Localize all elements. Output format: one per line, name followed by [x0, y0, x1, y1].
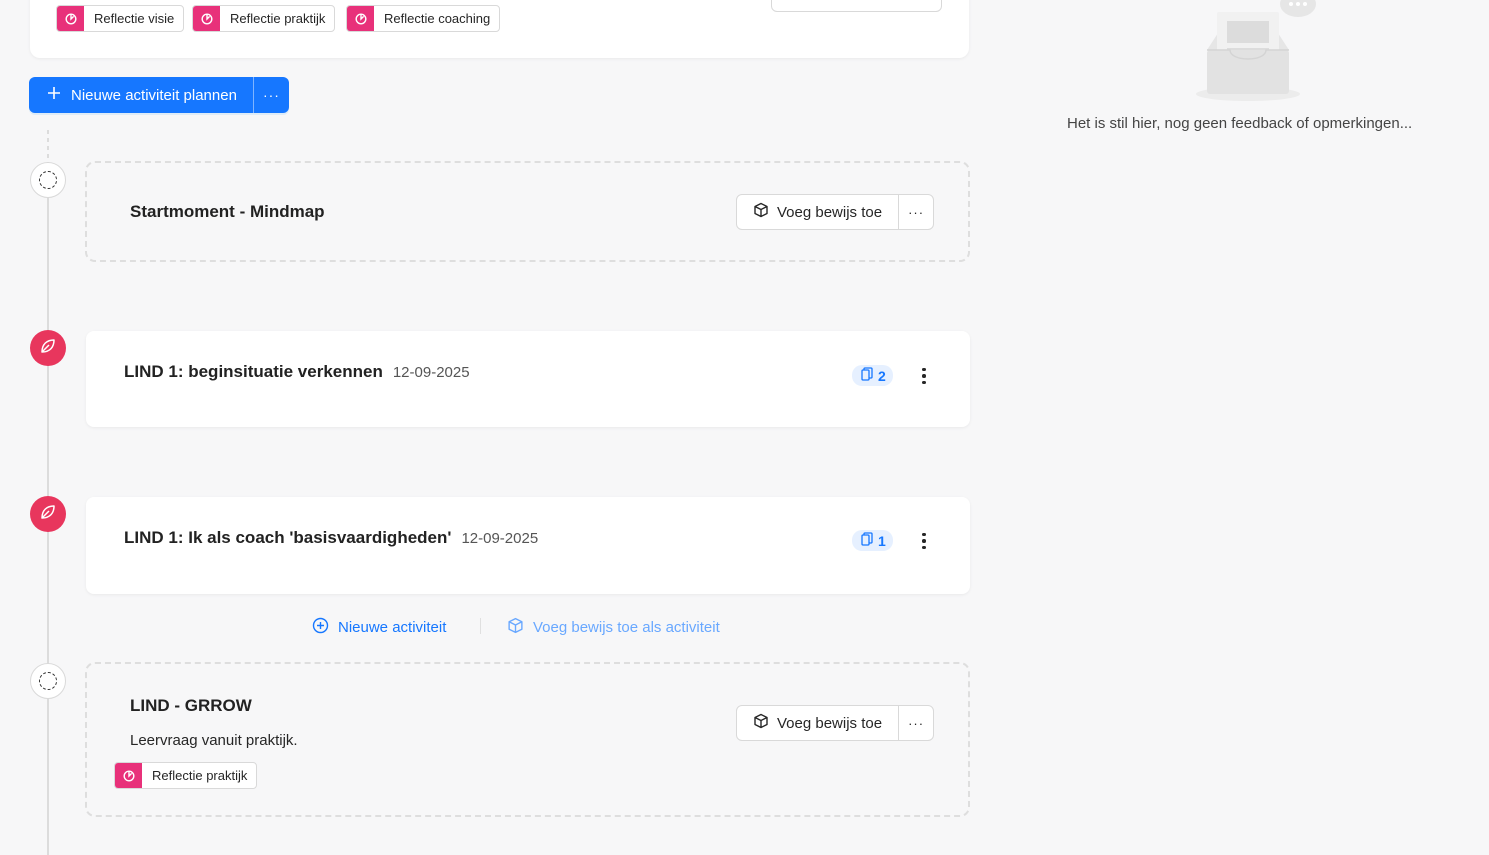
new-activity-plan-label: Nieuwe activiteit plannen [71, 86, 237, 104]
plus-icon [47, 86, 61, 104]
kebab-menu-icon[interactable] [914, 529, 934, 553]
cube-icon [507, 617, 524, 638]
cube-icon [753, 713, 769, 733]
top-card-button[interactable] [771, 0, 942, 12]
activity-description: Leervraag vanuit praktijk. [130, 732, 298, 749]
evidence-count: 1 [878, 532, 886, 549]
reflection-icon [57, 6, 84, 31]
dashed-circle-icon [39, 672, 57, 690]
activity-date: 12-09-2025 [461, 530, 539, 547]
tag-label: Reflectie praktijk [230, 11, 326, 26]
more-options-button[interactable]: ··· [899, 706, 933, 740]
tag-label: Reflectie visie [94, 11, 175, 26]
leaf-icon [39, 503, 57, 526]
tag-label: Reflectie praktijk [152, 768, 248, 783]
activity-title-row: LIND 1: Ik als coach 'basisvaardigheden'… [124, 528, 538, 548]
tag-reflectie-praktijk[interactable]: Reflectie praktijk [114, 762, 258, 789]
activity-title: Startmoment - Mindmap [130, 202, 325, 221]
kebab-menu-icon[interactable] [914, 364, 934, 388]
activity-title: LIND 1: Ik als coach 'basisvaardigheden' [124, 528, 452, 547]
activity-title: LIND - GRROW [130, 696, 252, 715]
document-icon [861, 367, 873, 384]
reflection-icon [193, 6, 220, 31]
more-options-button[interactable]: ··· [899, 195, 933, 229]
activity-card[interactable]: LIND 1: Ik als coach 'basisvaardigheden'… [86, 497, 970, 594]
activity-title: LIND 1: beginsituatie verkennen [124, 362, 383, 381]
planned-activity-card: LIND - GRROW Leervraag vanuit praktijk. … [85, 662, 970, 817]
add-evidence-as-activity-label: Voeg bewijs toe als activiteit [533, 619, 720, 636]
new-activity-label: Nieuwe activiteit [338, 619, 447, 636]
add-evidence-label: Voeg bewijs toe [777, 714, 883, 732]
document-icon [861, 532, 873, 549]
tag-label: Reflectie coaching [384, 11, 491, 26]
reflection-icon [347, 6, 374, 31]
plus-circle-icon [312, 617, 329, 638]
new-activity-link[interactable]: Nieuwe activiteit [312, 617, 446, 638]
add-evidence-button[interactable]: Voeg bewijs toe [737, 195, 900, 229]
evidence-count-badge[interactable]: 1 [852, 530, 893, 551]
activity-date: 12-09-2025 [392, 364, 470, 381]
activity-title-row: LIND 1: beginsituatie verkennen 12-09-202… [124, 362, 470, 382]
timeline-line [47, 130, 49, 855]
activity-card[interactable]: LIND 1: beginsituatie verkennen 12-09-202… [86, 331, 970, 427]
add-evidence-as-activity-link[interactable]: Voeg bewijs toe als activiteit [507, 617, 720, 638]
timeline-line-dashed [47, 130, 49, 166]
add-evidence-label: Voeg bewijs toe [777, 203, 883, 221]
new-activity-plan-button[interactable]: Nieuwe activiteit plannen [29, 77, 254, 113]
empty-inbox-illustration [1190, 0, 1320, 102]
timeline-node-activity [30, 330, 66, 366]
tag-reflectie-visie[interactable]: Reflectie visie [56, 5, 185, 32]
tag-reflectie-praktijk[interactable]: Reflectie praktijk [192, 5, 336, 32]
add-evidence-button[interactable]: Voeg bewijs toe [737, 706, 900, 740]
leaf-icon [39, 337, 57, 360]
timeline-node-empty [30, 663, 66, 699]
add-evidence-split-button: Voeg bewijs toe ··· [736, 194, 935, 230]
dashed-circle-icon [39, 171, 57, 189]
divider [480, 618, 481, 634]
new-activity-split-button: Nieuwe activiteit plannen ··· [29, 77, 289, 113]
tag-reflectie-coaching[interactable]: Reflectie coaching [346, 5, 501, 32]
add-evidence-split-button: Voeg bewijs toe ··· [736, 705, 935, 741]
evidence-count-badge[interactable]: 2 [852, 365, 893, 386]
more-options-button[interactable]: ··· [254, 77, 289, 113]
reflection-icon [115, 763, 142, 788]
planned-activity-card: Startmoment - Mindmap Voeg bewijs toe ··… [85, 161, 970, 262]
timeline-node-empty [30, 162, 66, 198]
timeline-node-activity [30, 496, 66, 532]
cube-icon [753, 202, 769, 222]
evidence-count: 2 [878, 367, 886, 384]
empty-feedback-text: Het is stil hier, nog geen feedback of o… [1067, 115, 1413, 132]
